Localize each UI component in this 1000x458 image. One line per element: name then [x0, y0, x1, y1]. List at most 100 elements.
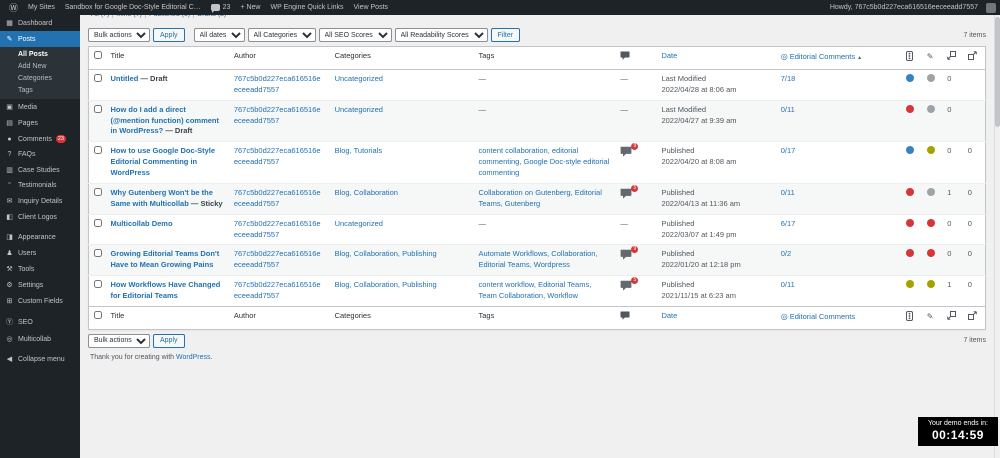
editorial-comments-link[interactable]: 0/17	[781, 146, 796, 155]
submenu-all-posts[interactable]: All Posts	[0, 48, 80, 60]
sidebar-item-pages[interactable]: ▤ Pages	[0, 115, 80, 131]
bulk-actions-select-bottom[interactable]: Bulk actions	[88, 333, 150, 348]
column-header-seo-score[interactable]	[901, 46, 922, 70]
tags-links[interactable]: content workflow, Editorial Teams, Team …	[478, 280, 591, 300]
view-published-link[interactable]: Published (5)	[144, 15, 194, 18]
author-link[interactable]: 767c5b0d227eca616516eeceeadd7557	[234, 188, 321, 208]
post-title-link[interactable]: Multicollab Demo	[110, 219, 172, 228]
submenu-categories[interactable]: Categories	[0, 72, 80, 84]
editorial-comment-bubble[interactable]: 9	[620, 246, 639, 264]
submenu-add-new[interactable]: Add New	[0, 60, 80, 72]
howdy-account-menu[interactable]: Howdy, 767c5b0d227eca616516eeceeadd7557	[825, 0, 983, 15]
sidebar-item-seo[interactable]: Ⓨ SEO	[0, 313, 80, 331]
column-footer-readability-score[interactable]: ✎	[921, 305, 943, 330]
sidebar-item-users[interactable]: ♟ Users	[0, 245, 80, 261]
bulk-actions-select[interactable]: Bulk actions	[88, 28, 150, 42]
readability-scores-filter-select[interactable]: All Readability Scores	[394, 28, 488, 42]
sidebar-item-tools[interactable]: ⚒ Tools	[0, 261, 80, 277]
sidebar-item-case-studies[interactable]: ▥ Case Studies	[0, 162, 80, 178]
editorial-comment-bubble[interactable]: 5	[620, 277, 639, 295]
column-footer-outgoing-links[interactable]	[962, 305, 986, 330]
column-footer-comments[interactable]	[615, 305, 657, 330]
view-mine-link[interactable]: Mine (7)	[112, 15, 145, 18]
seo-scores-filter-select[interactable]: All SEO Scores	[318, 28, 392, 42]
tags-links[interactable]: Collaboration on Gutenberg, Editorial Te…	[478, 188, 601, 208]
categories-filter-select[interactable]: All Categories	[247, 28, 316, 42]
site-name-menu[interactable]: Sandbox for Google Doc-Style Editorial C…	[60, 0, 206, 15]
editorial-comment-bubble[interactable]: 9	[620, 143, 639, 161]
author-link[interactable]: 767c5b0d227eca616516eeceeadd7557	[234, 105, 321, 125]
column-footer-seo-score[interactable]	[901, 305, 922, 330]
editorial-comments-link[interactable]: 0/2	[781, 249, 791, 258]
row-checkbox[interactable]	[94, 218, 102, 227]
author-link[interactable]: 767c5b0d227eca616516eeceeadd7557	[234, 74, 321, 94]
author-link[interactable]: 767c5b0d227eca616516eeceeadd7557	[234, 280, 321, 300]
post-title-link[interactable]: Growing Editorial Teams Don't Have to Me…	[110, 249, 219, 269]
sidebar-item-testimonials[interactable]: “ Testimonials	[0, 178, 80, 193]
column-header-outgoing-links[interactable]	[962, 46, 986, 70]
editorial-comments-link[interactable]: 0/11	[781, 188, 795, 197]
author-link[interactable]: 767c5b0d227eca616516eeceeadd7557	[234, 146, 321, 166]
my-sites-menu[interactable]: My Sites	[23, 0, 60, 15]
row-checkbox[interactable]	[94, 249, 102, 258]
column-header-date[interactable]: Date	[656, 46, 776, 70]
new-menu[interactable]: + New	[235, 0, 265, 15]
sidebar-item-inquiry-details[interactable]: ✉ Inquiry Details	[0, 193, 80, 209]
column-footer-date[interactable]: Date	[656, 305, 776, 330]
dates-filter-select[interactable]: All dates	[193, 28, 245, 42]
column-footer-incoming-links[interactable]	[942, 305, 963, 330]
editorial-comments-link[interactable]: 7/18	[781, 74, 796, 83]
editorial-comments-link[interactable]: 0/11	[781, 105, 795, 114]
column-header-comments[interactable]	[615, 46, 657, 70]
select-all-checkbox[interactable]	[94, 310, 102, 319]
tags-links[interactable]: content collaboration, editorial comment…	[478, 146, 609, 177]
post-title-link[interactable]: How Workflows Have Changed for Editorial…	[110, 280, 220, 300]
tags-links[interactable]: Automate Workflows, Collaboration, Edito…	[478, 249, 597, 269]
categories-links[interactable]: Blog, Collaboration, Publishing	[335, 280, 437, 289]
sidebar-item-faqs[interactable]: ? FAQs	[0, 147, 80, 162]
categories-links[interactable]: Uncategorized	[335, 74, 383, 83]
view-posts-link[interactable]: View Posts	[349, 0, 394, 15]
sidebar-item-dashboard[interactable]: ▦ Dashboard	[0, 15, 80, 31]
editorial-comments-link[interactable]: 6/17	[781, 219, 796, 228]
sidebar-item-client-logos[interactable]: ◧ Client Logos	[0, 209, 80, 225]
categories-links[interactable]: Blog, Tutorials	[335, 146, 383, 155]
submenu-tags[interactable]: Tags	[0, 84, 80, 96]
adminbar-comments[interactable]: 23	[206, 0, 236, 15]
post-title-link[interactable]: How to use Google Doc-Style Editorial Co…	[110, 146, 215, 177]
view-all-link[interactable]: All (7)	[88, 15, 112, 18]
row-checkbox[interactable]	[94, 73, 102, 82]
column-header-readability-score[interactable]: ✎	[921, 46, 943, 70]
column-header-editorial-comments[interactable]: ◎ Editorial Comments ▲	[775, 46, 902, 70]
wpe-quick-links-menu[interactable]: WP Engine Quick Links	[266, 0, 349, 15]
categories-links[interactable]: Blog, Collaboration, Publishing	[335, 249, 437, 258]
categories-links[interactable]: Uncategorized	[335, 219, 383, 228]
sidebar-item-posts[interactable]: ✎ Posts	[0, 31, 80, 47]
sidebar-item-settings[interactable]: ⚙ Settings	[0, 277, 80, 293]
wordpress-link[interactable]: WordPress.	[176, 354, 212, 361]
row-checkbox[interactable]	[94, 104, 102, 113]
collapse-menu-button[interactable]: ◀ Collapse menu	[0, 351, 80, 367]
sidebar-item-appearance[interactable]: ◨ Appearance	[0, 229, 80, 245]
select-all-checkbox[interactable]	[94, 51, 102, 59]
categories-links[interactable]: Uncategorized	[335, 105, 383, 114]
wordpress-logo-icon[interactable]: Ⓦ	[4, 0, 23, 15]
column-header-title[interactable]: Title	[105, 46, 229, 70]
page-scrollbar[interactable]	[994, 15, 1000, 458]
post-title-link[interactable]: Untitled	[110, 74, 138, 83]
apply-button[interactable]: Apply	[153, 28, 185, 42]
view-drafts-link[interactable]: Drafts (2)	[193, 15, 230, 18]
categories-links[interactable]: Blog, Collaboration	[335, 188, 398, 197]
author-link[interactable]: 767c5b0d227eca616516eeceeadd7557	[234, 219, 321, 239]
editorial-comments-link[interactable]: 0/11	[781, 280, 795, 289]
row-checkbox[interactable]	[94, 146, 102, 155]
row-checkbox[interactable]	[94, 280, 102, 289]
sidebar-item-custom-fields[interactable]: ⊞ Custom Fields	[0, 293, 80, 309]
sidebar-item-comments[interactable]: ● Comments 23	[0, 131, 80, 147]
column-footer-editorial-comments[interactable]: ◎ Editorial Comments	[775, 305, 902, 330]
filter-button[interactable]: Filter	[490, 28, 521, 42]
sidebar-item-media[interactable]: ▣ Media	[0, 99, 80, 115]
column-footer-title[interactable]: Title	[105, 305, 229, 330]
editorial-comment-bubble[interactable]: 5	[620, 184, 639, 203]
sidebar-item-multicollab[interactable]: ◎ Multicollab	[0, 331, 80, 347]
